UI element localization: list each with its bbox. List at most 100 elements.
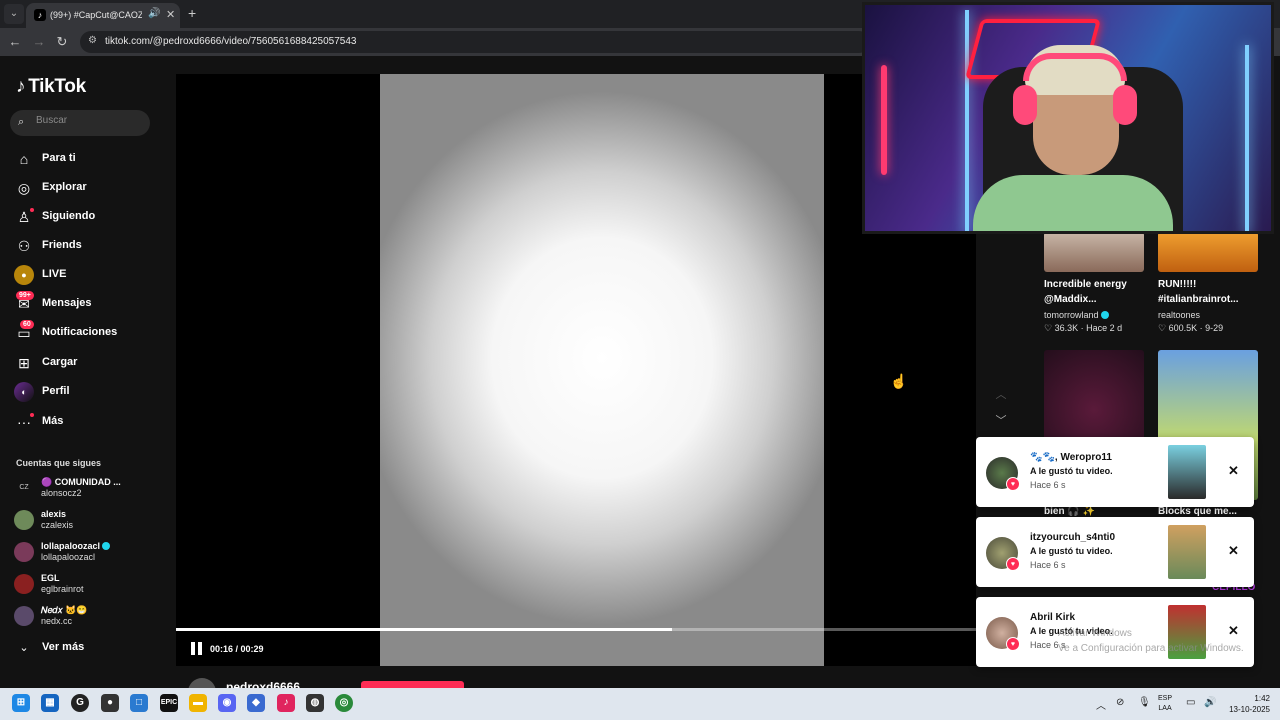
site-info-icon[interactable]: ⚙ — [88, 35, 97, 46]
following-account[interactable]: 𝑁𝑒𝑑𝑥 🐱😁 nedx.cc — [14, 604, 164, 630]
friends-icon: ⚇ — [17, 238, 31, 254]
account-handle: lollapaloozacl — [41, 552, 96, 562]
author-bar: pedroxd6666 — [176, 666, 1028, 706]
tab-search-icon[interactable]: ⌄ — [4, 4, 24, 24]
card-author-name: tomorrowland — [1044, 310, 1099, 320]
nav-label: LIVE — [42, 268, 67, 280]
card-stats: ♡ 600.5K · 9-29 — [1158, 323, 1224, 333]
language-indicator[interactable]: ESP LAA — [1158, 694, 1172, 714]
hand-cursor-icon: ☝ — [890, 373, 908, 389]
card-likes: 600.5K — [1168, 323, 1198, 333]
nav-mas[interactable]: ··· Más — [14, 411, 164, 433]
folder-icon[interactable]: ▬ — [189, 694, 207, 712]
nav-label: Siguiendo — [42, 210, 96, 222]
nav-explorar[interactable]: ◎ Explorar — [14, 177, 164, 199]
system-clock[interactable]: 1:42 13-10-2025 — [1222, 693, 1270, 715]
microphone-icon[interactable]: 🎙 — [1138, 697, 1151, 708]
see-more-label: Ver más — [42, 641, 85, 653]
notification-toast[interactable]: ♥ itzyourcuh_s4nti0 A le gustó tu video.… — [976, 517, 1254, 587]
card-author[interactable]: tomorrowland — [1044, 310, 1109, 320]
plus-square-icon: ⊞ — [18, 355, 30, 371]
progress-fill — [176, 628, 672, 631]
tiktok-icon[interactable]: ♪ — [277, 694, 295, 712]
volume-icon[interactable]: 🔊 — [1204, 697, 1216, 708]
card-title[interactable]: Incredible energy @Maddix... — [1044, 277, 1127, 307]
home-icon: ⌂ — [19, 151, 29, 167]
nav-para-ti[interactable]: ⌂ Para ti — [14, 148, 164, 170]
url-field[interactable]: ⚙ tiktok.com/@pedroxd6666/video/75605616… — [80, 31, 870, 53]
card-title[interactable]: RUN!!!!! #italianbrainrot... — [1158, 277, 1239, 307]
notification-message: A le gustó tu video. — [1030, 466, 1113, 476]
following-account[interactable]: alexis czalexis — [14, 508, 164, 534]
app-icon[interactable]: ● — [101, 694, 119, 712]
avatar — [14, 606, 34, 626]
epic-games-icon[interactable]: EPIC — [160, 694, 178, 712]
account-name: lollapaloozacl — [41, 541, 111, 551]
heart-icon: ♥ — [1006, 477, 1020, 491]
app-icon[interactable]: G — [71, 694, 89, 712]
following-account[interactable]: CZ 🟣 COMUNIDAD ... alonsocz2 — [14, 476, 164, 502]
following-account[interactable]: lollapaloozacl lollapaloozacl — [14, 540, 164, 566]
progress-bar[interactable] — [176, 628, 976, 631]
notification-toast[interactable]: ♥ 🐾🐾, Weropro11 A le gustó tu video. Hac… — [976, 437, 1254, 507]
verified-icon — [102, 542, 111, 550]
reload-icon[interactable]: ↻ — [53, 33, 71, 51]
account-handle: nedx.cc — [41, 616, 73, 626]
chevron-down-icon[interactable]: ﹀ — [992, 412, 1010, 428]
card-title-line2: #italianbrainrot... — [1158, 294, 1239, 305]
new-tab-icon[interactable]: + — [188, 5, 196, 21]
browser-tab-active[interactable]: ♪ (99+) #CapCut@CAOZ #fyp 🔊 ✕ — [26, 3, 180, 28]
forward-arrow-icon[interactable]: → — [30, 33, 48, 51]
app-icon[interactable]: ◍ — [306, 694, 324, 712]
network-icon[interactable]: ⊘ — [1116, 697, 1124, 708]
discord-icon[interactable]: ◉ — [218, 694, 236, 712]
following-account[interactable]: EGL eglbrainrot — [14, 572, 164, 598]
chrome-icon[interactable]: ◎ — [335, 694, 353, 712]
video-thumbnail[interactable] — [1168, 445, 1206, 499]
pause-icon[interactable] — [191, 642, 203, 656]
avatar — [14, 542, 34, 562]
video-thumbnail[interactable] — [1044, 232, 1144, 272]
card-title-line1: Incredible energy — [1044, 279, 1127, 290]
video-thumbnail[interactable] — [1158, 232, 1258, 272]
video-frame[interactable] — [380, 74, 824, 666]
tiktok-sidebar: ♪TikTok ⌕ ⌂ Para ti ◎ Explorar ♙ Siguien… — [0, 56, 176, 688]
close-icon[interactable]: ✕ — [1228, 463, 1239, 479]
clock-time: 1:42 — [1254, 694, 1270, 703]
task-view-icon[interactable]: ▦ — [41, 694, 59, 712]
nav-live[interactable]: ● LIVE — [14, 264, 164, 286]
tab-close-icon[interactable]: ✕ — [166, 8, 175, 21]
neon-light — [1245, 45, 1249, 231]
tiktok-logo[interactable]: ♪ TikTok — [16, 76, 86, 98]
card-author[interactable]: realtoones — [1158, 310, 1200, 320]
nav-perfil[interactable]: ◐ Perfil — [14, 381, 164, 403]
windows-start-icon[interactable]: ⊞ — [12, 694, 30, 712]
windows-taskbar: ⊞ ▦ G ● □ EPIC ▬ ◉ ◆ ♪ ◍ ◎ ︿ ⊘ 🎙 ESP LAA … — [0, 688, 1280, 720]
video-player[interactable]: 00:16 / 00:29 — [176, 74, 976, 666]
search-input[interactable] — [36, 115, 141, 126]
nav-notificaciones[interactable]: ▭ 60 Notificaciones — [14, 320, 164, 344]
nav-mensajes[interactable]: ✉ 99+ Mensajes — [14, 291, 164, 315]
card-date: 9-29 — [1205, 323, 1224, 333]
see-more-button[interactable]: ⌄ Ver más — [14, 637, 164, 659]
tiktok-note-icon: ♪ — [16, 76, 26, 97]
chevron-up-icon[interactable]: ︿ — [992, 386, 1010, 402]
account-name: alexis — [41, 509, 67, 519]
app-icon[interactable]: ◆ — [247, 694, 265, 712]
account-handle: czalexis — [41, 520, 74, 530]
messages-badge: 99+ — [16, 291, 34, 300]
chevron-up-icon[interactable]: ︿ — [1096, 697, 1106, 712]
search-box[interactable]: ⌕ — [10, 110, 150, 136]
nav-friends[interactable]: ⚇ Friends — [14, 235, 164, 257]
close-icon[interactable]: ✕ — [1228, 543, 1239, 559]
monitor-icon[interactable]: ▭ — [1186, 697, 1195, 708]
back-arrow-icon[interactable]: ← — [6, 33, 24, 51]
close-icon[interactable]: ✕ — [1228, 623, 1239, 639]
video-thumbnail[interactable] — [1168, 525, 1206, 579]
speaker-icon[interactable]: 🔊 — [148, 8, 160, 19]
nav-cargar[interactable]: ⊞ Cargar — [14, 352, 164, 374]
app-icon[interactable]: □ — [130, 694, 148, 712]
card-likes: 36.3K — [1054, 323, 1079, 333]
heart-icon: ♥ — [1006, 557, 1020, 571]
nav-siguiendo[interactable]: ♙ Siguiendo — [14, 206, 164, 228]
